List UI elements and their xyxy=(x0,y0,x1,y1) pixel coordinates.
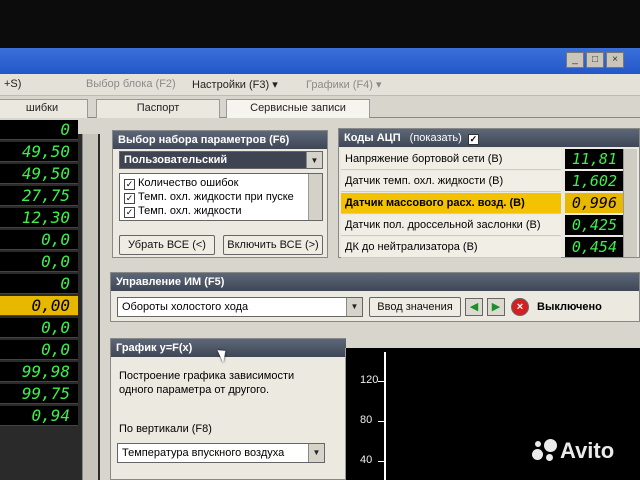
adc-show-label: (показать) xyxy=(409,132,462,144)
title-bar: _ □ × xyxy=(0,48,640,74)
adc-row-value: 0,454 xyxy=(565,237,623,257)
parameter-value: 99,75 xyxy=(0,384,78,404)
adc-row-value: 1,602 xyxy=(565,171,623,191)
checklist-scrollbar[interactable] xyxy=(308,174,322,220)
adc-row-label[interactable]: Датчик пол. дроссельной заслонки (В) xyxy=(341,215,561,236)
y-tick xyxy=(378,461,384,462)
parameter-value: 27,75 xyxy=(0,186,78,206)
y-tick xyxy=(378,421,384,422)
tab-passport[interactable]: Паспорт xyxy=(96,99,220,118)
y-tick xyxy=(378,381,384,382)
close-button[interactable]: × xyxy=(606,52,624,68)
adc-row-label[interactable]: ДК до нейтрализатора (В) xyxy=(341,237,561,258)
left-scrollbar[interactable] xyxy=(82,134,98,480)
adc-show-checkbox[interactable]: ✓ xyxy=(467,134,479,145)
parameter-value: 0,0 xyxy=(0,252,78,272)
checkbox-icon[interactable]: ✓ xyxy=(124,193,135,204)
im-control-header: Управление ИМ (F5) xyxy=(111,273,639,291)
minimize-button[interactable]: _ xyxy=(566,52,584,68)
menu-item-settings[interactable]: Настройки (F3) ▾ xyxy=(192,78,278,91)
app-screen: _ □ × +S) Выбор блока (F2) Настройки (F3… xyxy=(0,48,640,480)
parameter-value: 0 xyxy=(0,274,78,294)
param-set-header: Выбор набора параметров (F6) xyxy=(113,131,327,149)
vertical-axis-label: По вертикали (F8) xyxy=(119,423,212,435)
arrow-left-icon[interactable]: ◀ xyxy=(465,298,483,316)
param-set-select[interactable]: Пользовательский ▼ xyxy=(119,151,323,169)
remove-all-button[interactable]: Убрать ВСЕ (<) xyxy=(119,235,215,255)
avito-logo-text: Avito xyxy=(560,438,615,463)
maximize-button[interactable]: □ xyxy=(586,52,604,68)
graph-y-axis xyxy=(384,352,386,480)
avito-watermark: Avito xyxy=(532,438,636,468)
adc-row-value: 11,81 xyxy=(565,149,623,169)
tab-bar: шибки Паспорт Сервисные записи xyxy=(0,96,640,118)
parameter-value: 49,50 xyxy=(0,164,78,184)
graph-description: Построение графика зависимости одного па… xyxy=(119,370,295,396)
im-selected: Обороты холостого хода xyxy=(122,301,249,313)
param-check-item[interactable]: ✓ Темп. охл. жидкости при пуске xyxy=(124,191,294,204)
adc-scrollbar[interactable] xyxy=(623,149,637,257)
parameter-value: 99,98 xyxy=(0,362,78,382)
param-check-item[interactable]: ✓ Темп. охл. жидкости xyxy=(124,205,242,218)
adc-header: Коды АЦП (показать) ✓ xyxy=(339,129,639,147)
adc-row-label[interactable]: Датчик массового расх. возд. (В) xyxy=(341,193,561,214)
parameter-value: 0,0 xyxy=(0,318,78,338)
param-check-label: Темп. охл. жидкости при пуске xyxy=(138,191,294,203)
adc-row-value: 0,996 xyxy=(565,193,623,213)
chevron-down-icon[interactable]: ▼ xyxy=(308,444,324,462)
stop-icon[interactable]: × xyxy=(511,298,529,316)
chevron-down-icon[interactable]: ▼ xyxy=(346,298,362,316)
parameter-value: 0 xyxy=(0,120,78,140)
y-tick-label: 120 xyxy=(360,374,379,386)
include-all-button[interactable]: Включить ВСЕ (>) xyxy=(223,235,323,255)
vertical-axis-selected: Температура впускного воздуха xyxy=(122,447,285,459)
adc-codes-panel: Коды АЦП (показать) ✓ Напряжение бортово… xyxy=(338,128,640,258)
parameter-values-column: 0 49,50 49,50 27,75 12,30 0,0 0,0 0 0,00 0,0 0,0 99… xyxy=(0,120,100,480)
menu-item-charts[interactable]: Графики (F4) ▾ xyxy=(306,78,382,91)
adc-row-label[interactable]: Напряжение бортовой сети (В) xyxy=(341,149,561,170)
param-check-item[interactable]: ✓ Количество ошибок xyxy=(124,177,238,190)
menu-bar: +S) Выбор блока (F2) Настройки (F3) ▾ Гр… xyxy=(0,74,640,96)
param-checklist: ✓ Количество ошибок ✓ Темп. охл. жидкости п… xyxy=(119,173,323,221)
param-check-label: Количество ошибок xyxy=(138,177,239,189)
tab-errors[interactable]: шибки xyxy=(0,99,88,118)
menu-item-fragment[interactable]: +S) xyxy=(4,78,21,90)
adc-row-value: 0,425 xyxy=(565,215,623,235)
avito-logo-icon xyxy=(532,439,558,461)
graph-header: График y=F(x) xyxy=(111,339,346,357)
parameter-value: 0,00 xyxy=(0,296,78,316)
y-tick-label: 80 xyxy=(360,414,373,426)
parameter-value: 0,0 xyxy=(0,230,78,250)
param-check-label: Темп. охл. жидкости xyxy=(138,205,242,217)
monitor-bezel xyxy=(0,0,640,48)
parameter-value: 0,0 xyxy=(0,340,78,360)
param-set-panel: Выбор набора параметров (F6) Пользовател… xyxy=(112,130,328,258)
adc-title: Коды АЦП xyxy=(344,132,401,144)
vertical-axis-select[interactable]: Температура впускного воздуха ▼ xyxy=(117,443,325,463)
parameter-value: 49,50 xyxy=(0,142,78,162)
input-value-button[interactable]: Ввод значения xyxy=(369,297,461,317)
tab-service-records[interactable]: Сервисные записи xyxy=(226,99,370,118)
parameter-value: 12,30 xyxy=(0,208,78,228)
checkbox-icon[interactable]: ✓ xyxy=(124,179,135,190)
param-set-selected: Пользовательский xyxy=(124,154,228,166)
y-tick-label: 40 xyxy=(360,454,373,466)
arrow-right-icon[interactable]: ▶ xyxy=(487,298,505,316)
menu-item-block-select[interactable]: Выбор блока (F2) xyxy=(86,78,176,90)
checkbox-icon[interactable]: ✓ xyxy=(124,207,135,218)
im-state: Выключено xyxy=(537,301,602,313)
im-select[interactable]: Обороты холостого хода ▼ xyxy=(117,297,363,317)
im-control-panel: Управление ИМ (F5) Обороты холостого ход… xyxy=(110,272,640,322)
adc-row-label[interactable]: Датчик темп. охл. жидкости (В) xyxy=(341,171,561,192)
chevron-down-icon[interactable]: ▼ xyxy=(306,152,322,168)
parameter-value: 0,94 xyxy=(0,406,78,426)
